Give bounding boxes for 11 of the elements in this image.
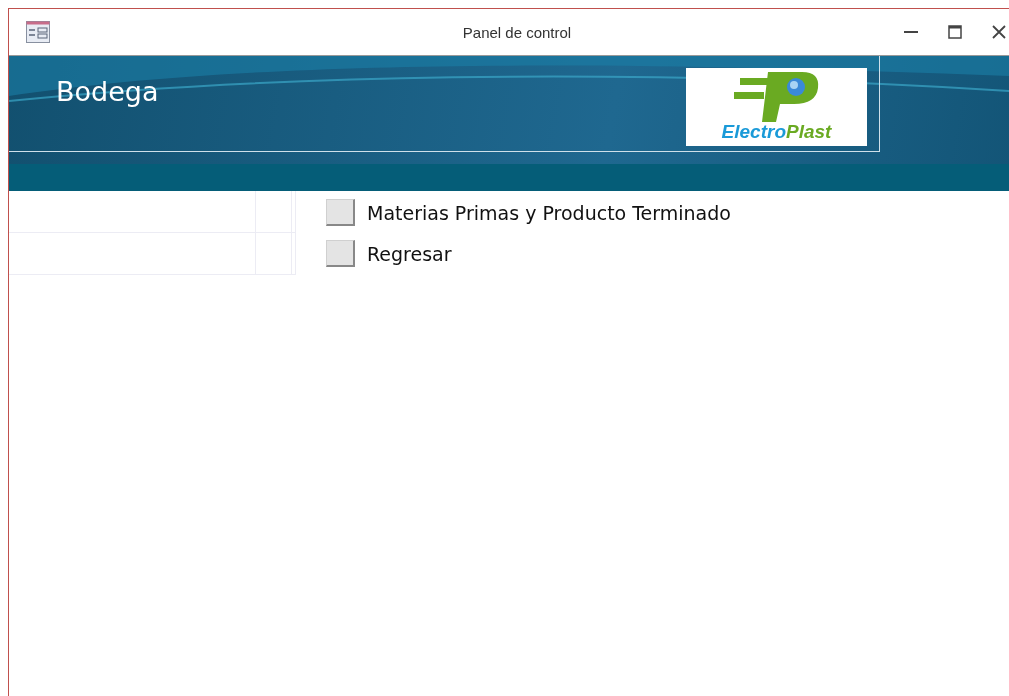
minimize-icon[interactable] — [904, 30, 918, 34]
maximize-icon[interactable] — [948, 25, 962, 39]
window-title: Panel de control — [462, 23, 572, 41]
menu-button[interactable] — [326, 199, 355, 226]
header-title: Bodega — [56, 76, 159, 107]
close-icon[interactable] — [992, 25, 1006, 39]
company-logo: ElectroPlast — [686, 68, 867, 146]
form-icon — [26, 21, 50, 43]
menu-label: Regresar — [367, 242, 452, 265]
menu-label: Materias Primas y Producto Terminado — [367, 201, 731, 224]
menu-button[interactable] — [326, 240, 355, 267]
